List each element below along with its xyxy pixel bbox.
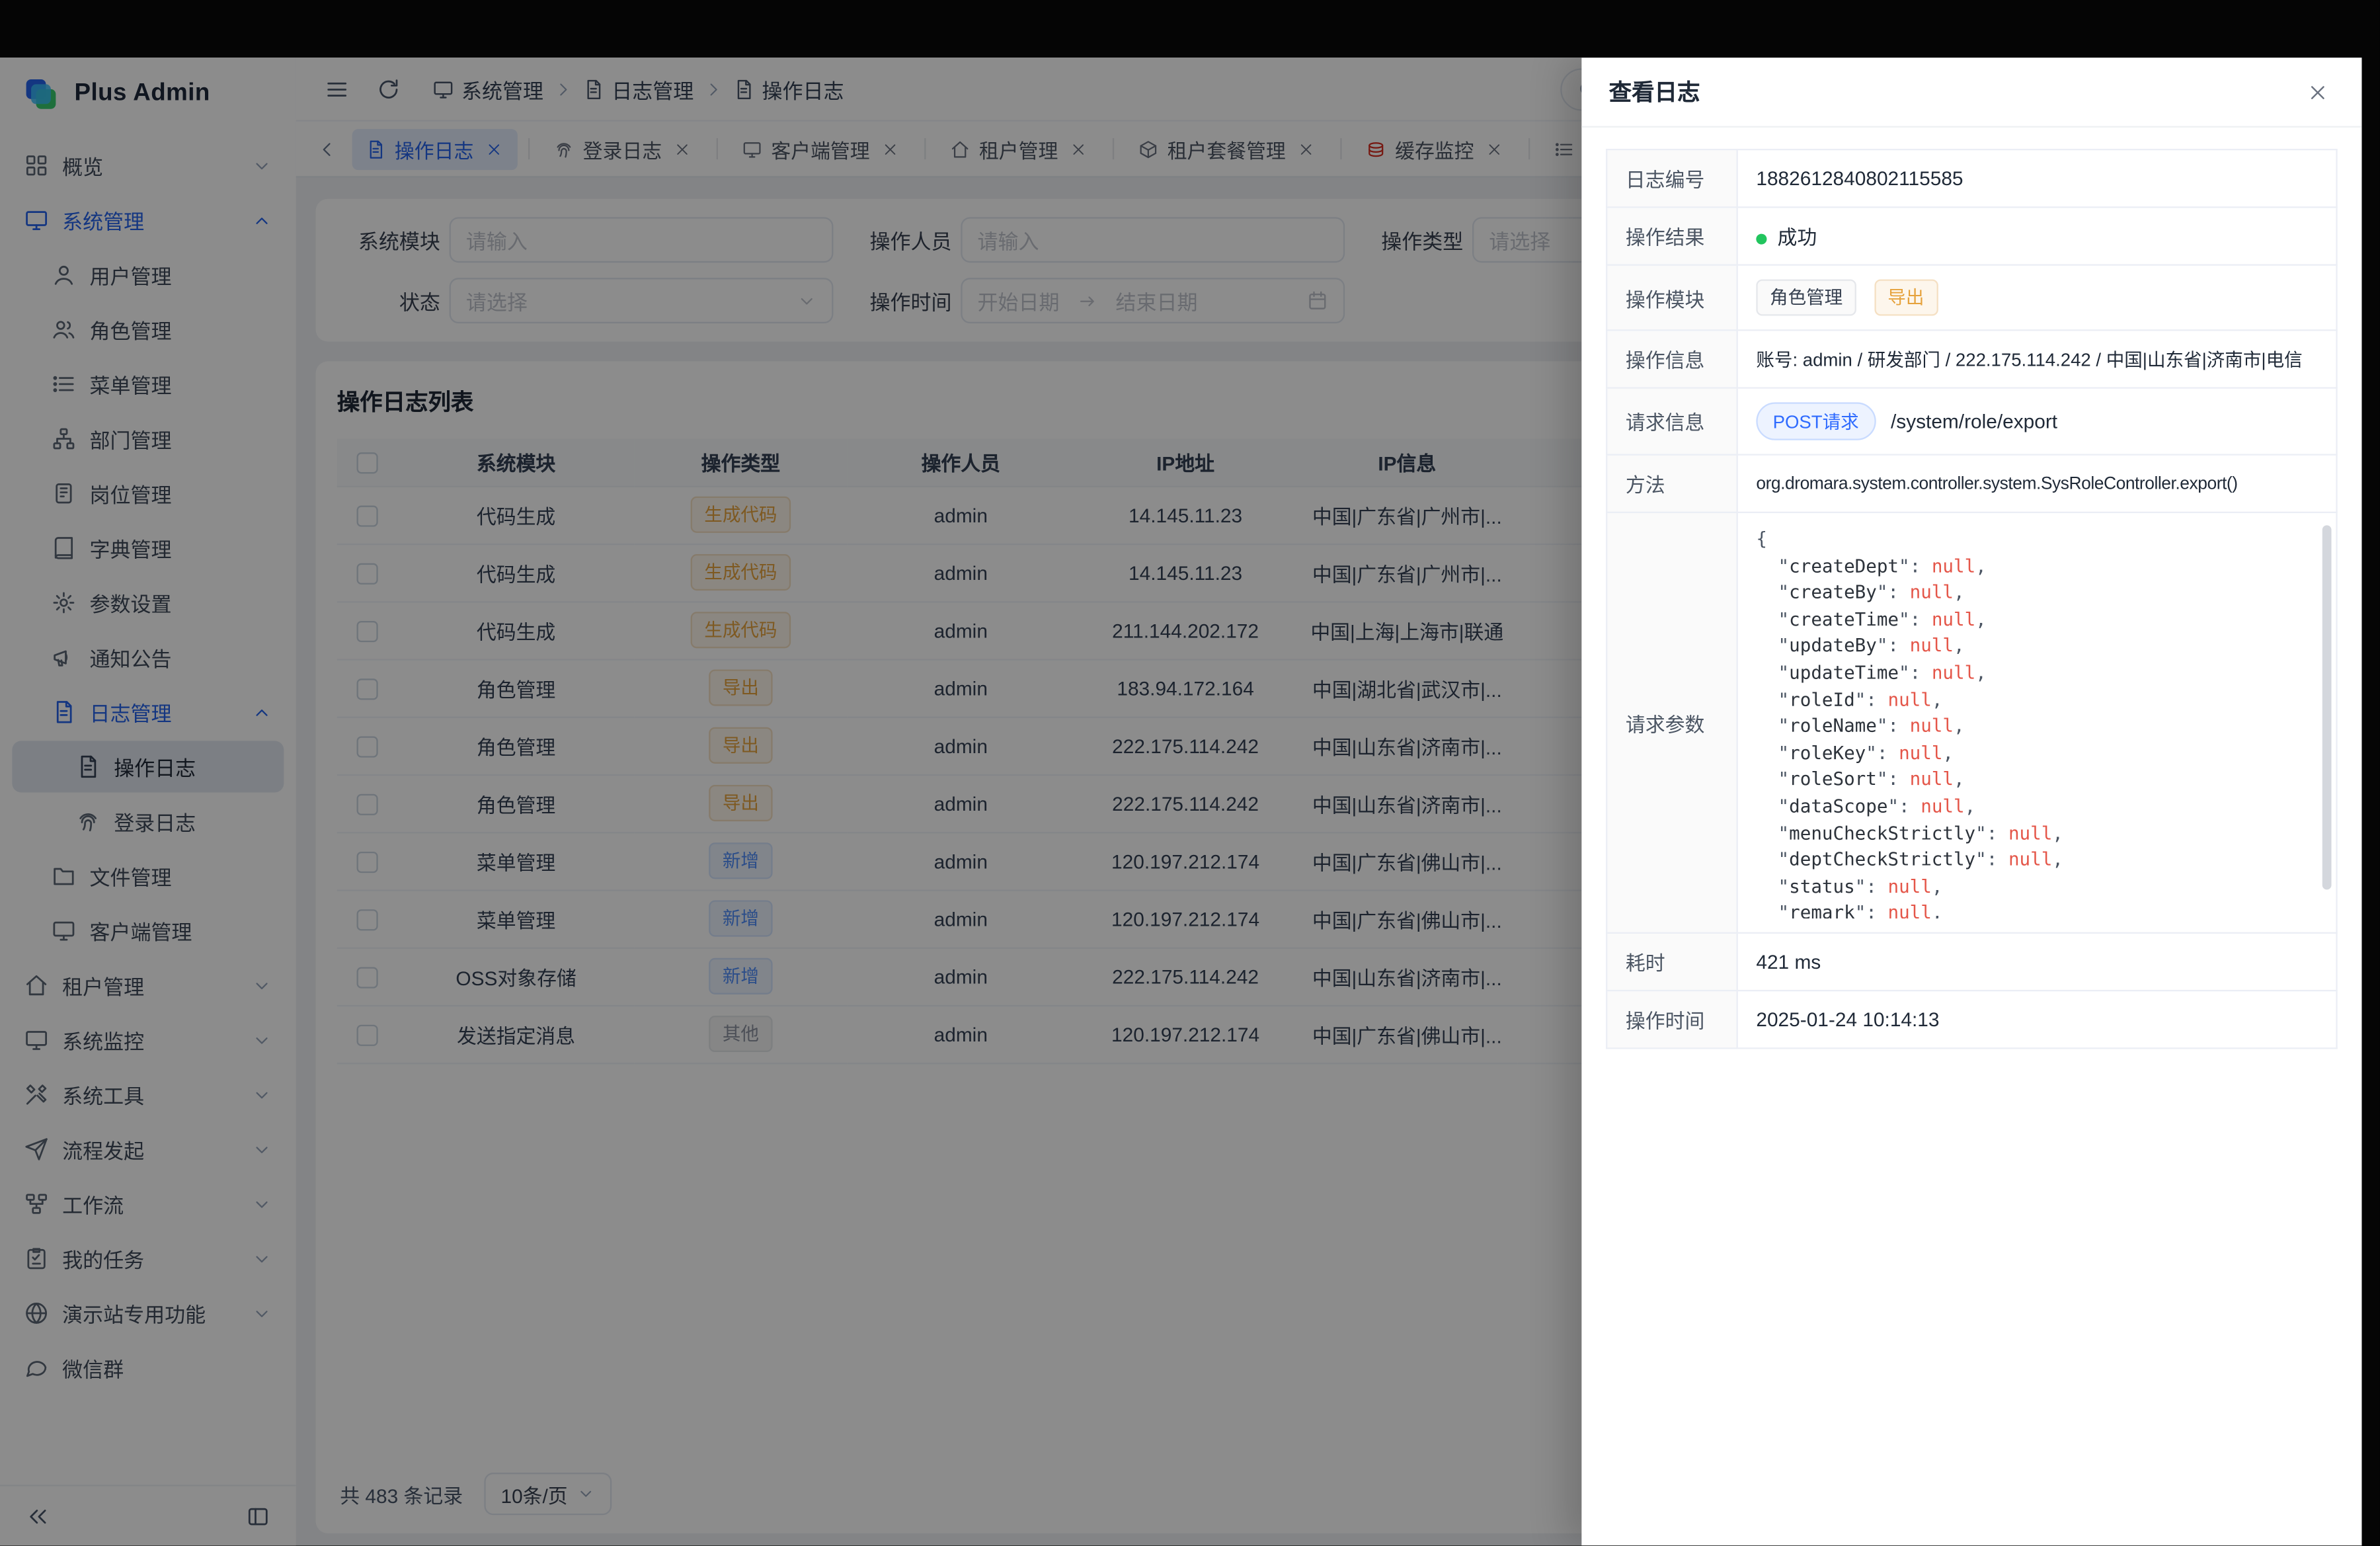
drawer-title: 查看日志 bbox=[1609, 76, 1700, 108]
drawer-body: 日志编号 1882612840802115585 操作结果 成功 操作模块 bbox=[1581, 128, 2361, 1071]
json-line: "roleName": null, bbox=[1756, 713, 2317, 740]
json-line: "status": null, bbox=[1756, 874, 2317, 901]
app-window: Plus Admin 概览系统管理用户管理角色管理菜单管理部门管理岗位管理字典管… bbox=[0, 58, 2361, 1546]
json-line: "updateBy": null, bbox=[1756, 633, 2317, 660]
field-label: 日志编号 bbox=[1606, 149, 1737, 207]
result-value: 成功 bbox=[1737, 207, 2337, 264]
screen: Plus Admin 概览系统管理用户管理角色管理菜单管理部门管理岗位管理字典管… bbox=[0, 0, 2380, 1546]
json-line: "createTime": null, bbox=[1756, 607, 2317, 633]
field-label: 操作模块 bbox=[1606, 265, 1737, 331]
drawer-header: 查看日志 bbox=[1581, 58, 2361, 128]
json-line: "roleSort": null, bbox=[1756, 767, 2317, 793]
request-info-value: POST请求/system/role/export bbox=[1737, 388, 2337, 455]
field-label: 操作时间 bbox=[1606, 991, 1737, 1048]
http-method-tag: POST请求 bbox=[1756, 402, 1876, 440]
request-params-json: { "createDept": null, "createBy": null, … bbox=[1756, 527, 2317, 918]
field-label: 操作信息 bbox=[1606, 330, 1737, 387]
operation-time-value: 2025-01-24 10:14:13 bbox=[1737, 991, 2337, 1048]
field-label: 耗时 bbox=[1606, 933, 1737, 991]
field-label: 请求参数 bbox=[1606, 512, 1737, 933]
operation-info-value: 账号: admin / 研发部门 / 222.175.114.242 / 中国|… bbox=[1737, 330, 2337, 387]
method-value: org.dromara.system.controller.system.Sys… bbox=[1737, 455, 2337, 512]
log-id-value: 1882612840802115585 bbox=[1737, 149, 2337, 207]
json-line: "dataScope": null, bbox=[1756, 794, 2317, 821]
json-line: "remark": null, bbox=[1756, 901, 2317, 918]
scrollbar-thumb[interactable] bbox=[2322, 525, 2332, 889]
json-line: "createDept": null, bbox=[1756, 553, 2317, 580]
module-value: 角色管理 导出 bbox=[1737, 265, 2337, 331]
drawer-close-button[interactable] bbox=[2301, 75, 2335, 109]
json-line: "menuCheckStrictly": null, bbox=[1756, 821, 2317, 847]
log-detail-table: 日志编号 1882612840802115585 操作结果 成功 操作模块 bbox=[1606, 149, 2338, 1049]
request-params-cell: { "createDept": null, "createBy": null, … bbox=[1737, 512, 2337, 933]
action-tag: 导出 bbox=[1874, 279, 1938, 315]
field-label: 操作结果 bbox=[1606, 207, 1737, 264]
field-label: 方法 bbox=[1606, 455, 1737, 512]
view-log-drawer: 查看日志 日志编号 1882612840802115585 操作结果 成功 bbox=[1581, 58, 2361, 1546]
json-line: "roleId": null, bbox=[1756, 687, 2317, 713]
module-tag: 角色管理 bbox=[1756, 279, 1856, 315]
success-dot bbox=[1756, 234, 1766, 245]
json-line: "roleKey": null, bbox=[1756, 741, 2317, 767]
close-icon bbox=[2307, 81, 2328, 102]
field-label: 请求信息 bbox=[1606, 388, 1737, 455]
json-line: "createBy": null, bbox=[1756, 580, 2317, 606]
duration-value: 421 ms bbox=[1737, 933, 2337, 991]
json-line: "deptCheckStrictly": null, bbox=[1756, 847, 2317, 874]
json-line: "updateTime": null, bbox=[1756, 661, 2317, 687]
